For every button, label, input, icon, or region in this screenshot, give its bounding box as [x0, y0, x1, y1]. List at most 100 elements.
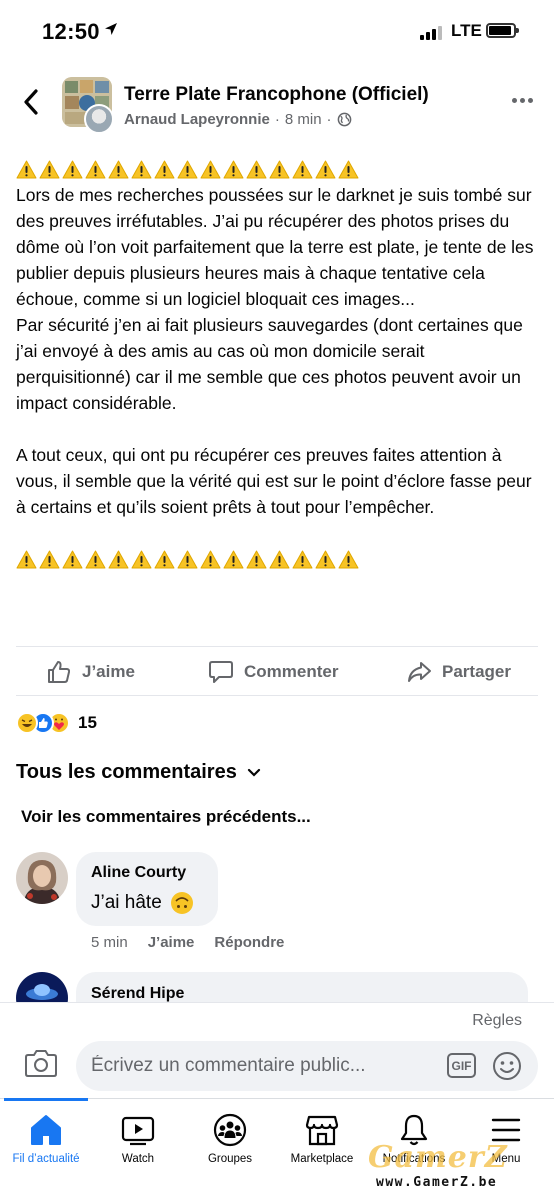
reaction-count: 15 — [78, 713, 97, 732]
warning-icon — [269, 550, 290, 568]
post-body: Lors de mes recherches poussées sur le d… — [16, 156, 541, 572]
warning-icon — [315, 160, 336, 178]
chevron-down-icon — [247, 768, 260, 777]
warning-icon — [39, 550, 60, 568]
tab-feed[interactable]: Fil d’actualité — [0, 1098, 92, 1179]
comment-label: Commenter — [244, 662, 339, 681]
tab-label: Watch — [121, 1153, 155, 1165]
warning-icon — [177, 550, 198, 568]
home-icon — [31, 1115, 61, 1145]
tab-watch[interactable]: Watch — [92, 1099, 184, 1179]
author-avatar[interactable] — [84, 104, 114, 134]
comment-text-content: J’ai hâte — [91, 892, 162, 913]
warning-icon — [292, 550, 313, 568]
haha-reaction-icon — [16, 712, 38, 734]
commenter-name[interactable]: Aline Courty — [91, 864, 218, 882]
network-label: LTE — [451, 21, 482, 40]
warning-emoji-row — [16, 546, 541, 572]
tab-marketplace[interactable]: Marketplace — [276, 1099, 368, 1179]
comments-filter[interactable]: Tous les commentaires — [16, 761, 261, 784]
commenter-name[interactable]: Sérend Hipe — [91, 985, 528, 1003]
comment-time: 5 min — [91, 934, 128, 951]
comment-button[interactable]: Commenter — [208, 659, 338, 685]
battery-icon — [486, 23, 519, 38]
back-arrow-icon[interactable] — [20, 88, 42, 116]
comment-text: J’ai hâte — [91, 891, 218, 915]
groups-icon — [213, 1113, 247, 1147]
tab-label: Fil d’actualité — [12, 1153, 80, 1165]
warning-icon — [85, 160, 106, 178]
location-arrow-icon — [105, 23, 117, 35]
warning-icon — [338, 160, 359, 178]
warning-icon — [16, 550, 37, 568]
marketplace-icon — [305, 1115, 339, 1146]
thumbs-up-icon — [48, 661, 71, 683]
warning-icon — [108, 550, 129, 568]
watermark-logo: GamerZ — [368, 1140, 508, 1175]
tab-label: Groupes — [207, 1153, 253, 1165]
emoji-icon[interactable] — [492, 1051, 522, 1081]
watermark: GamerZ www.GamerZ.be — [366, 1140, 536, 1192]
post-paragraph: Par sécurité j’en ai fait plusieurs sauv… — [16, 315, 523, 413]
warning-icon — [62, 550, 83, 568]
comment-icon — [209, 661, 233, 683]
upside-down-face-icon — [170, 892, 193, 914]
warning-icon — [246, 550, 267, 568]
active-tab-indicator — [4, 1098, 88, 1101]
meta-separator: · — [274, 111, 280, 128]
warning-icon — [131, 550, 152, 568]
warning-icon — [223, 160, 244, 178]
comment-like-button[interactable]: J’aime — [148, 934, 195, 951]
warning-icon — [200, 550, 221, 568]
previous-comments-link[interactable]: Voir les commentaires précédents... — [21, 807, 311, 827]
status-bar: 12:50 LTE — [0, 0, 554, 62]
signal-icon — [420, 24, 444, 40]
camera-icon[interactable] — [24, 1048, 58, 1078]
group-name[interactable]: Terre Plate Francophone (Officiel) — [124, 84, 429, 106]
warning-icon — [108, 160, 129, 178]
globe-icon — [337, 112, 351, 127]
post-paragraph: A tout ceux, qui ont pu récupérer ces pr… — [16, 445, 532, 517]
warning-icon — [85, 550, 106, 568]
comment-input-container[interactable]: GIF — [76, 1041, 538, 1091]
warning-emoji-row — [16, 156, 541, 182]
warning-icon — [200, 160, 221, 178]
like-label: J’aime — [82, 662, 135, 681]
warning-icon — [16, 160, 37, 178]
warning-icon — [223, 550, 244, 568]
warning-icon — [62, 160, 83, 178]
tab-groups[interactable]: Groupes — [184, 1099, 276, 1179]
warning-icon — [154, 550, 175, 568]
warning-icon — [39, 160, 60, 178]
warning-icon — [177, 160, 198, 178]
like-button[interactable]: J’aime — [46, 659, 135, 685]
warning-icon — [131, 160, 152, 178]
warning-icon — [338, 550, 359, 568]
more-options-icon[interactable] — [512, 98, 534, 104]
comment-reply-button[interactable]: Répondre — [214, 934, 284, 951]
comment-meta: 5 min J’aime Répondre — [91, 934, 284, 951]
reactions-summary[interactable]: 15 — [16, 710, 97, 736]
post-time[interactable]: 8 min — [285, 111, 322, 128]
author-name[interactable]: Arnaud Lapeyronnie — [124, 111, 270, 128]
post-paragraph: Lors de mes recherches poussées sur le d… — [16, 185, 534, 309]
comment-bubble[interactable]: Aline Courty J’ai hâte — [76, 852, 218, 926]
comment-input[interactable] — [91, 1041, 431, 1091]
share-icon — [408, 662, 431, 682]
comments-title: Tous les commentaires — [16, 761, 237, 783]
rules-link[interactable]: Règles — [472, 1012, 522, 1030]
warning-icon — [246, 160, 267, 178]
video-icon — [121, 1116, 155, 1146]
post-actions: J’aime Commenter Partager — [16, 646, 538, 696]
meta-separator: · — [326, 111, 332, 128]
post-meta: Arnaud Lapeyronnie · 8 min · — [124, 111, 352, 128]
watermark-url: www.GamerZ.be — [376, 1175, 498, 1190]
gif-button[interactable]: GIF — [447, 1053, 476, 1078]
status-time: 12:50 — [42, 19, 100, 44]
warning-icon — [292, 160, 313, 178]
share-label: Partager — [442, 662, 511, 681]
comment-composer: Règles GIF — [0, 1002, 554, 1098]
commenter-avatar[interactable] — [16, 852, 68, 904]
warning-icon — [315, 550, 336, 568]
share-button[interactable]: Partager — [406, 659, 511, 685]
